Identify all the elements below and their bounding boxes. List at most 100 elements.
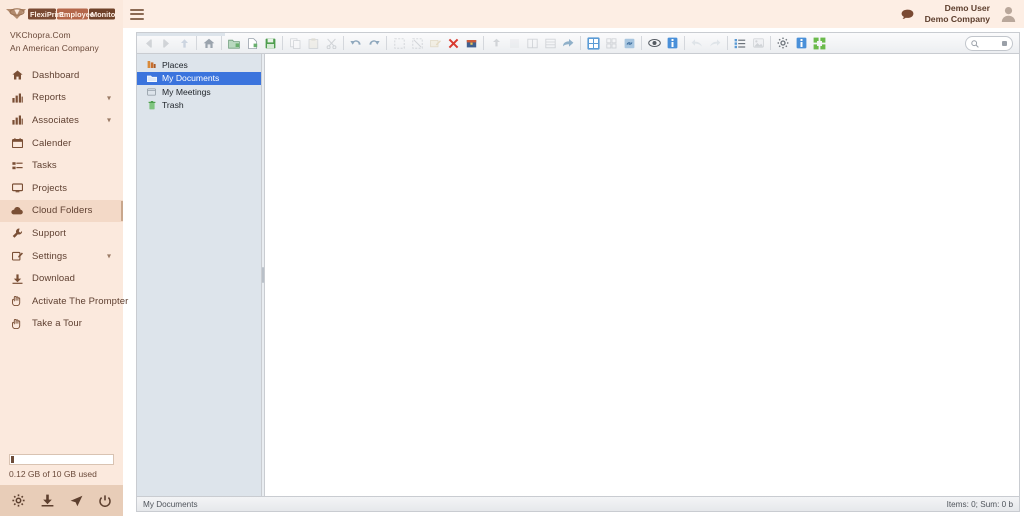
toolbar-separator (641, 36, 642, 50)
toolbar-sort-list-icon[interactable] (732, 35, 749, 52)
meetings-icon (146, 88, 157, 96)
send-icon[interactable] (70, 495, 83, 507)
toolbar-help-icon[interactable] (793, 35, 810, 52)
toolbar-fullscreen-icon[interactable] (811, 35, 828, 52)
toolbar-image-icon (750, 35, 767, 52)
toolbar-download-icon (506, 35, 523, 52)
chevron-down-icon[interactable]: ▾ (107, 93, 111, 102)
places-icon (146, 60, 157, 69)
sidebar-item-label: Reports (32, 92, 66, 104)
sidebar-item-label: Support (32, 227, 66, 239)
toolbar-separator (684, 36, 685, 50)
toolbar-redo-icon[interactable] (366, 35, 383, 52)
brand-logo[interactable]: FlexiPrint Employee Monitoring (0, 0, 123, 24)
chevron-down-icon[interactable]: ▾ (107, 116, 111, 125)
sidebar-item-label: Projects (32, 182, 68, 194)
user-company: Demo Company (924, 14, 990, 24)
toolbar-select-all-icon (391, 35, 408, 52)
sidebar-item-take-a-tour[interactable]: Take a Tour (0, 313, 123, 336)
edit-icon (10, 251, 24, 261)
toolbar-separator (770, 36, 771, 50)
sidebar-item-settings[interactable]: Settings ▾ (0, 245, 123, 268)
search-input[interactable] (965, 36, 1013, 51)
toolbar-separator (386, 36, 387, 50)
sidebar-item-support[interactable]: Support (0, 222, 123, 245)
toolbar-delete-icon[interactable] (445, 35, 462, 52)
toolbar-link-icon[interactable] (621, 35, 638, 52)
storage-progress-bar (9, 454, 114, 465)
toolbar-forward-icon (158, 35, 175, 52)
toolbar-save-icon[interactable] (262, 35, 279, 52)
toolbar-separator (727, 36, 728, 50)
sidebar-item-cloud-folders[interactable]: Cloud Folders (0, 199, 123, 223)
toolbar-copy-icon (287, 35, 304, 52)
sidebar-item-calender[interactable]: Calender (0, 132, 123, 155)
toolbar-info-icon[interactable] (664, 35, 681, 52)
tree-item-label: Places (162, 59, 188, 70)
sidebar-item-reports[interactable]: Reports ▾ (0, 87, 123, 110)
sidebar-item-label: Tasks (32, 160, 57, 172)
toolbar-separator (282, 36, 283, 50)
cloud-icon (10, 206, 24, 215)
power-icon[interactable] (99, 494, 111, 507)
chart-icon (10, 93, 24, 103)
svg-text:Employee: Employee (59, 9, 94, 18)
tree-item-my-documents[interactable]: My Documents (137, 71, 261, 85)
sidebar-item-activate-the-prompter[interactable]: Activate The Prompter (0, 290, 128, 313)
brand-tagline: An American Company (10, 43, 99, 53)
chat-bubble-icon[interactable] (901, 9, 914, 20)
toolbar-new-folder-icon[interactable] (226, 35, 243, 52)
toolbar-sort-desc-icon (707, 35, 724, 52)
tasks-icon (10, 161, 24, 171)
toolbar-share-icon[interactable] (560, 35, 577, 52)
splitter-grip[interactable] (262, 267, 264, 283)
sidebar-item-tasks[interactable]: Tasks (0, 154, 123, 177)
storage-widget: 0.12 GB of 10 GB used (0, 454, 123, 485)
tree-item-my-meetings[interactable]: My Meetings (137, 85, 261, 99)
sidebar-item-associates[interactable]: Associates ▾ (0, 109, 123, 132)
folder-tree: Places My Documents My Meetings Trash (137, 54, 261, 496)
wrench-icon (10, 228, 24, 239)
download-icon[interactable] (41, 494, 54, 507)
storage-progress-fill (11, 456, 14, 463)
toolbar-new-file-icon[interactable] (244, 35, 261, 52)
toolbar-up-icon (176, 35, 193, 52)
logo-icon: FlexiPrint Employee Monitoring (6, 7, 116, 19)
tree-item-places[interactable]: Places (137, 58, 261, 72)
toolbar-separator (196, 36, 197, 50)
sidebar-item-label: Dashboard (32, 69, 80, 81)
toolbar-back-icon (140, 35, 157, 52)
toolbar-home-icon[interactable] (201, 35, 218, 52)
toolbar-undo-icon[interactable] (348, 35, 365, 52)
panel-splitter[interactable] (261, 54, 265, 496)
toolbar-grid-view-icon[interactable] (585, 35, 602, 52)
sidebar-item-dashboard[interactable]: Dashboard (0, 64, 123, 87)
gear-icon[interactable] (12, 494, 25, 507)
sidebar-item-label: Cloud Folders (32, 205, 93, 217)
tree-item-label: My Documents (162, 73, 220, 84)
search-clear-icon[interactable] (1002, 41, 1007, 46)
file-manager-toolbar (137, 33, 1019, 54)
toolbar-archive-icon[interactable] (463, 35, 480, 52)
sidebar-item-label: Download (32, 273, 76, 285)
toolbar-preview-icon[interactable] (646, 35, 663, 52)
tree-item-label: Trash (162, 100, 184, 111)
chevron-down-icon[interactable]: ▾ (107, 252, 111, 261)
monitor-icon (10, 183, 24, 193)
sidebar-item-download[interactable]: Download (0, 267, 123, 290)
sidebar-nav: Dashboard Reports ▾ Associates ▾ Calender Task… (0, 64, 128, 336)
hamburger-icon[interactable] (128, 5, 146, 23)
toolbar-thumbs-view-icon (603, 35, 620, 52)
user-area: Demo User Demo Company (901, 0, 1016, 28)
sidebar-item-projects[interactable]: Projects (0, 177, 123, 200)
toolbar-list-view-icon (542, 35, 559, 52)
app-root: FlexiPrint Employee Monitoring VKChopra.… (0, 0, 1024, 516)
toolbar-settings-icon[interactable] (775, 35, 792, 52)
toolbar-separator (221, 36, 222, 50)
user-avatar-icon[interactable] (1001, 6, 1016, 22)
brand-text-block: VKChopra.Com An American Company (0, 24, 123, 61)
file-list-area[interactable] (265, 54, 1019, 496)
toolbar-rename-icon (427, 35, 444, 52)
tree-item-trash[interactable]: Trash (137, 99, 261, 113)
